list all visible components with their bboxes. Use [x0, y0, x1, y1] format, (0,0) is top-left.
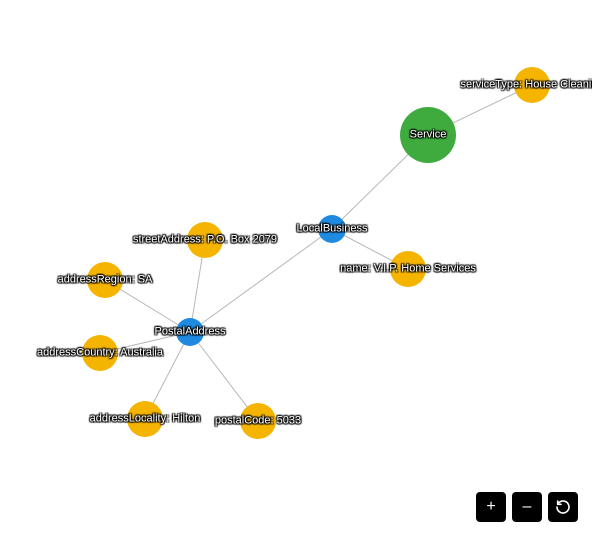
graph-node-addressLocality[interactable] — [127, 401, 163, 437]
graph-node-streetAddress[interactable] — [187, 222, 223, 258]
graph-node-addressCountry[interactable] — [82, 335, 118, 371]
reset-view-button[interactable] — [548, 492, 578, 522]
graph-node-service[interactable] — [400, 107, 456, 163]
graph-node-addressRegion[interactable] — [87, 262, 123, 298]
graph-edges-layer — [0, 0, 592, 536]
zoom-in-button[interactable]: + — [476, 492, 506, 522]
graph-node-postalCode[interactable] — [240, 403, 276, 439]
zoom-controls: + – — [476, 492, 578, 522]
graph-node-bizName[interactable] — [390, 251, 426, 287]
graph-node-postalAddress[interactable] — [176, 318, 204, 346]
graph-canvas[interactable]: ServiceserviceType: House CleaningLocalB… — [0, 0, 592, 536]
reset-icon — [555, 499, 571, 515]
graph-node-localBusiness[interactable] — [318, 215, 346, 243]
graph-node-serviceType[interactable] — [514, 67, 550, 103]
zoom-out-button[interactable]: – — [512, 492, 542, 522]
